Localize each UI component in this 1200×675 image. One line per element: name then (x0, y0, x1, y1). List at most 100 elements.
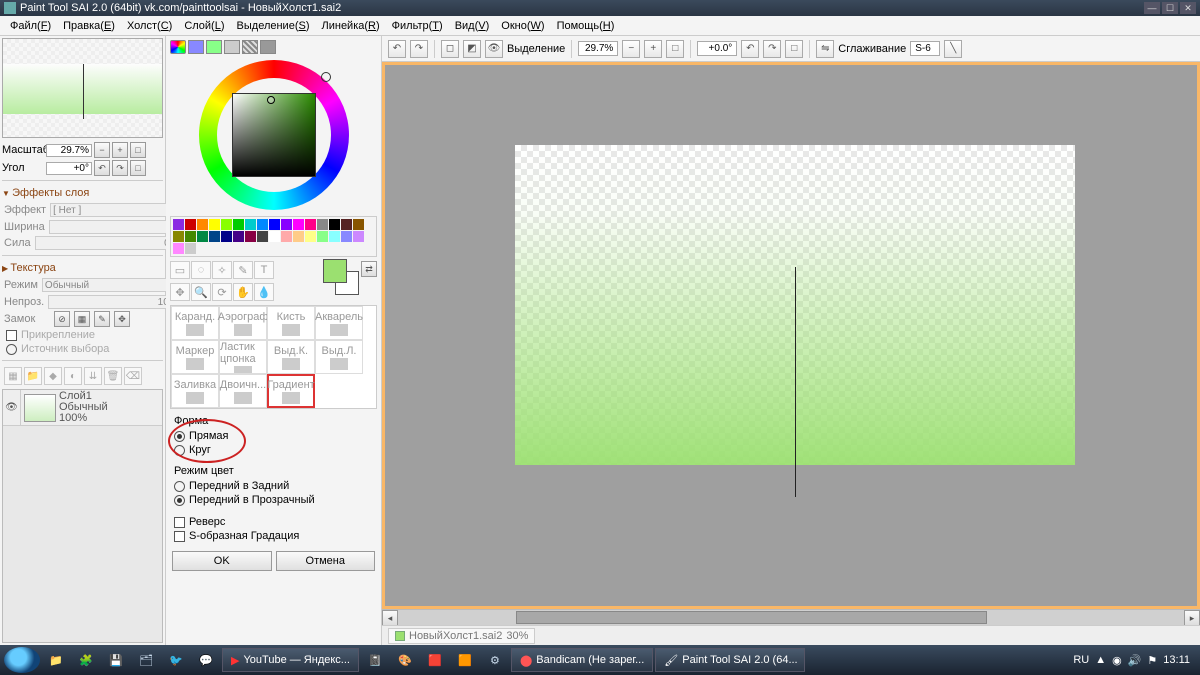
eyedropper-icon[interactable]: 💧 (254, 283, 274, 301)
tb-zoom-in-icon[interactable]: + (644, 40, 662, 58)
swatch[interactable] (329, 231, 340, 242)
swatch[interactable] (173, 219, 184, 230)
tb-zoom-fit-icon[interactable]: □ (666, 40, 684, 58)
brush-7[interactable]: Выд.Л. (315, 340, 363, 374)
brush-5[interactable]: Ластик цпонка (219, 340, 267, 374)
text-tool-icon[interactable]: T (254, 261, 274, 279)
lock-move-icon[interactable]: ✎ (94, 311, 110, 327)
brush-0[interactable]: Каранд. (171, 306, 219, 340)
pen-tool-icon[interactable]: ✎ (233, 261, 253, 279)
swatch[interactable] (293, 231, 304, 242)
pin-icon-6[interactable]: 📓 (361, 648, 389, 672)
swatch[interactable] (269, 219, 280, 230)
navigator-preview[interactable] (2, 38, 163, 138)
rotate-tool-icon[interactable]: ⟳ (212, 283, 232, 301)
swatch[interactable] (209, 231, 220, 242)
color-wheel-tab-icon[interactable] (170, 40, 186, 54)
canvas[interactable] (515, 145, 1075, 465)
gray-tab-icon[interactable] (224, 40, 240, 54)
angle-value-tb[interactable]: +0.0° (697, 41, 737, 56)
tray-action-icon[interactable]: ⚑ (1147, 654, 1157, 667)
brush-3[interactable]: Акварель (315, 306, 363, 340)
brush-10[interactable]: Градиент (267, 374, 315, 408)
tb-rotate-reset-icon[interactable]: □ (785, 40, 803, 58)
cancel-button[interactable]: Отмена (276, 551, 376, 571)
brush-2[interactable]: Кисть (267, 306, 315, 340)
pin-icon-2[interactable]: 💾 (102, 648, 130, 672)
brush-9[interactable]: Двоичн... (219, 374, 267, 408)
ok-button[interactable]: OK (172, 551, 272, 571)
menu-файлf[interactable]: Файл(F) (10, 20, 51, 32)
pin-icon-1[interactable]: 🧩 (72, 648, 100, 672)
swatch[interactable] (353, 231, 364, 242)
document-tab[interactable]: НовыйХолст1.sai2 30% (388, 628, 535, 644)
start-button[interactable] (4, 647, 40, 673)
pin-icon-9[interactable]: 🟧 (451, 648, 479, 672)
pin-icon-4[interactable]: 🐦 (162, 648, 190, 672)
swatch[interactable] (185, 219, 196, 230)
new-layer-icon[interactable]: ▦ (4, 367, 22, 385)
angle-value[interactable]: +0° (46, 162, 92, 175)
scroll-right-icon[interactable]: ▸ (1184, 610, 1200, 626)
hand-tool-icon[interactable]: ✋ (233, 283, 253, 301)
tb-rotate-cw-icon[interactable]: ↷ (763, 40, 781, 58)
pin-icon-5[interactable]: 💬 (192, 648, 220, 672)
visibility-icon[interactable]: 👁 (3, 390, 21, 426)
pin-icon-10[interactable]: ⚙ (481, 648, 509, 672)
rotate-ccw-button[interactable]: ↶ (94, 160, 110, 176)
menu-помощьh[interactable]: Помощь(H) (557, 20, 615, 32)
new-vector-icon[interactable]: ◆ (44, 367, 62, 385)
rotate-reset-button[interactable]: □ (130, 160, 146, 176)
menu-холстc[interactable]: Холст(C) (127, 20, 172, 32)
scroll-left-icon[interactable]: ◂ (382, 610, 398, 626)
swap-colors-icon[interactable]: ⇄ (361, 261, 377, 277)
swatch[interactable] (245, 231, 256, 242)
menu-видv[interactable]: Вид(V) (455, 20, 490, 32)
menu-правкаe[interactable]: Правка(E) (63, 20, 115, 32)
shape-line-radio[interactable]: Прямая (174, 429, 373, 443)
reverse-checkbox[interactable]: Реверс (174, 515, 373, 529)
swatch[interactable] (257, 219, 268, 230)
menu-фильтрt[interactable]: Фильтр(T) (392, 20, 443, 32)
tb-rotate-ccw-icon[interactable]: ↶ (741, 40, 759, 58)
brush-1[interactable]: Аэрограф (219, 306, 267, 340)
swatch[interactable] (293, 219, 304, 230)
close-button[interactable]: ✕ (1180, 2, 1196, 14)
zoom-tool-icon[interactable]: 🔍 (191, 283, 211, 301)
scurve-checkbox[interactable]: S-образная Градация (174, 529, 373, 543)
tray-network-icon[interactable]: ◉ (1112, 654, 1122, 667)
swatch[interactable] (341, 219, 352, 230)
merge-down-icon[interactable]: ⇊ (84, 367, 102, 385)
h-scrollbar[interactable]: ◂ ▸ (382, 609, 1200, 625)
swatch[interactable] (197, 231, 208, 242)
swatch[interactable] (329, 219, 340, 230)
sv-indicator-icon[interactable] (267, 96, 275, 104)
swatch[interactable] (281, 219, 292, 230)
swatch[interactable] (173, 243, 184, 254)
shape-circle-radio[interactable]: Круг (174, 443, 373, 457)
minimize-button[interactable]: — (1144, 2, 1160, 14)
redo-icon[interactable]: ↷ (410, 40, 428, 58)
tray-flag-icon[interactable]: ▲ (1095, 654, 1106, 666)
fx-strength-input[interactable] (35, 236, 173, 250)
swatch[interactable] (353, 219, 364, 230)
brush-preview-icon[interactable]: ╲ (944, 40, 962, 58)
brush-8[interactable]: Заливка (171, 374, 219, 408)
swatch[interactable] (317, 231, 328, 242)
lock-all-icon[interactable]: ✥ (114, 311, 130, 327)
move-tool-icon[interactable]: ✥ (170, 283, 190, 301)
undo-icon[interactable]: ↶ (388, 40, 406, 58)
scroll-thumb[interactable] (516, 611, 988, 624)
texture-header[interactable]: Текстура (2, 260, 163, 276)
lang-indicator[interactable]: RU (1073, 654, 1089, 666)
swatch[interactable] (233, 219, 244, 230)
swatch[interactable] (245, 219, 256, 230)
scale-value[interactable]: 29.7% (46, 144, 92, 157)
swatch[interactable] (305, 231, 316, 242)
color-wheel[interactable] (168, 56, 379, 214)
swatch[interactable] (317, 219, 328, 230)
clear-layer-icon[interactable]: ⌫ (124, 367, 142, 385)
mask-icon[interactable]: ◐ (64, 367, 82, 385)
mode-ft-radio[interactable]: Передний в Прозрачный (174, 493, 373, 507)
taskbar-app-1[interactable]: ⬤Bandicam (Не зарег... (511, 648, 653, 672)
